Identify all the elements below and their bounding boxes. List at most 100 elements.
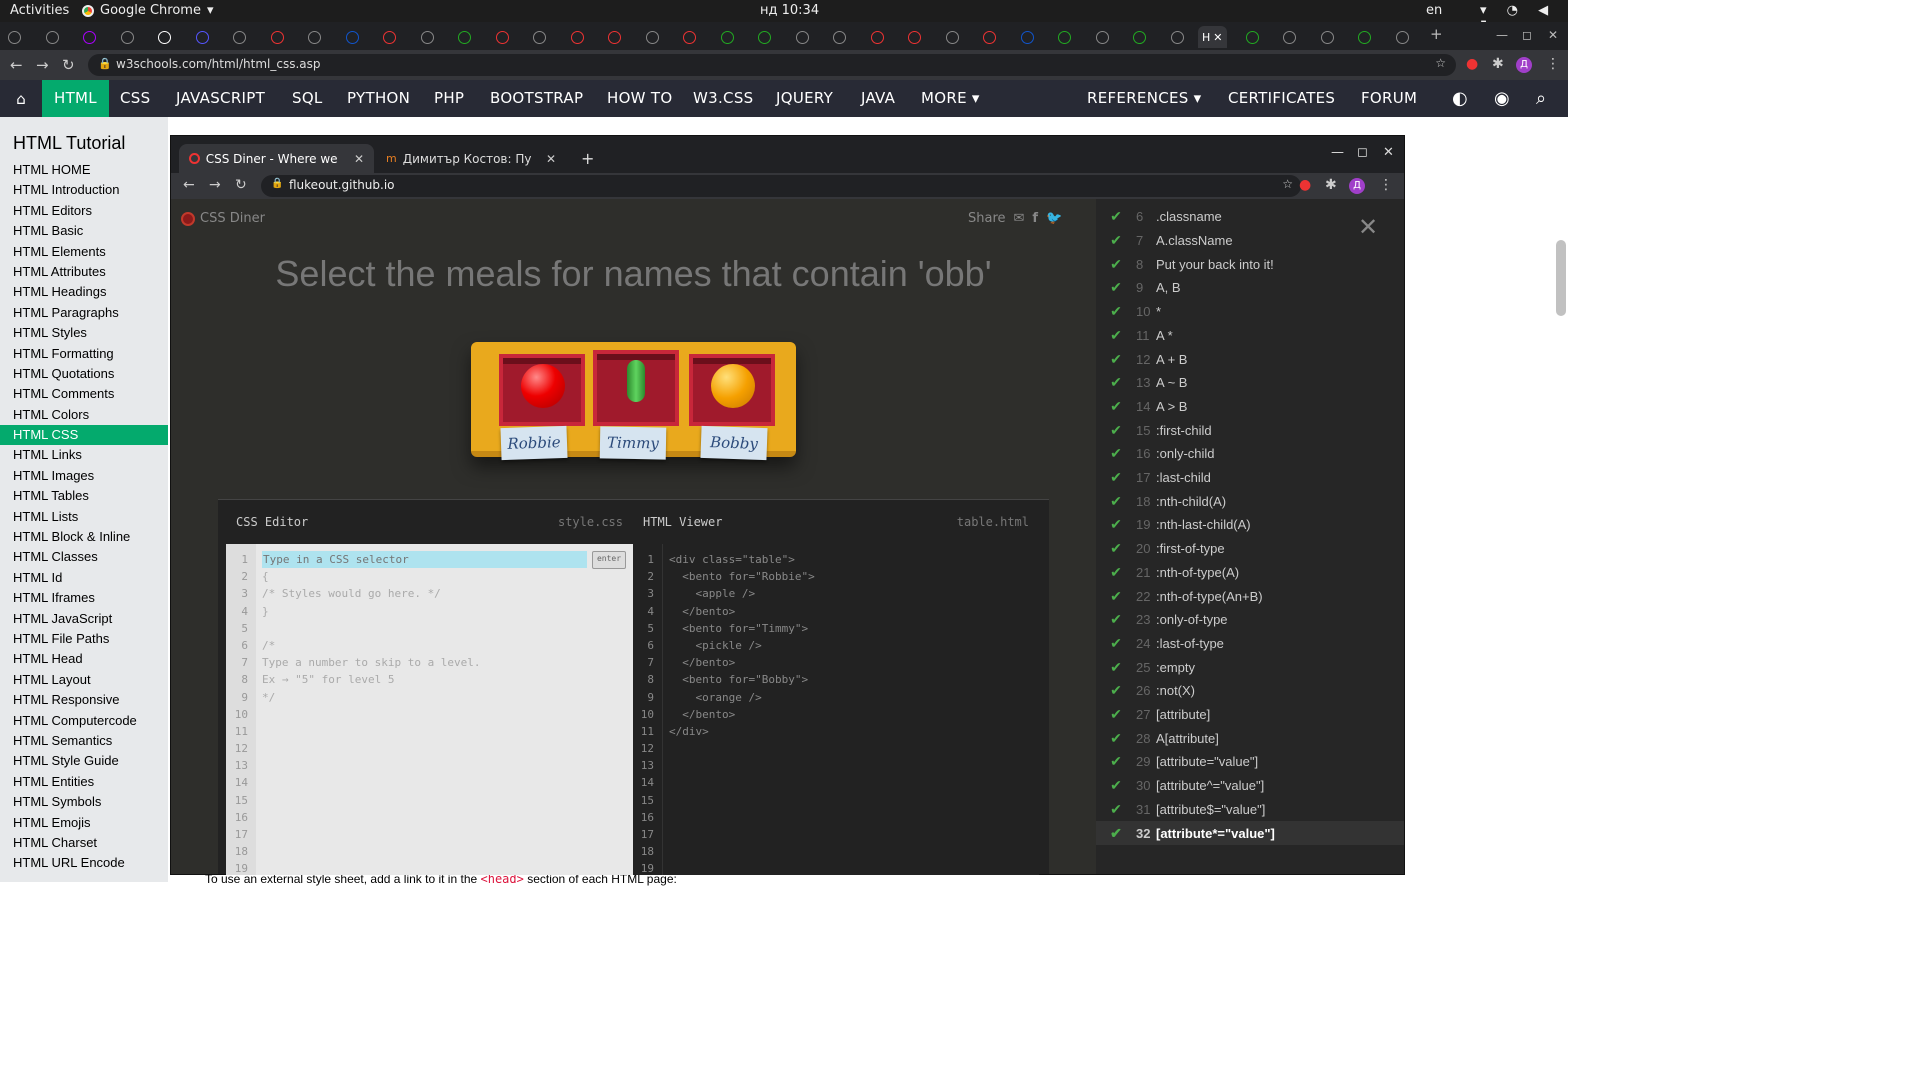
reload-icon[interactable]: ↻ — [235, 177, 247, 193]
level-item[interactable]: ✔ 14 A > B — [1096, 395, 1404, 419]
browser-tab[interactable] — [1245, 26, 1259, 48]
level-item[interactable]: ✔ 28 A[attribute] — [1096, 726, 1404, 750]
code-line[interactable]: </bento> — [669, 603, 1033, 620]
browser-tab[interactable] — [8, 26, 21, 48]
back-icon[interactable]: ← — [183, 177, 195, 193]
level-item[interactable]: ✔ 25:empty — [1096, 655, 1404, 679]
browser-tab[interactable] — [1320, 26, 1334, 48]
browser-tab[interactable] — [870, 26, 884, 48]
browser-tab[interactable] — [645, 26, 659, 48]
browser-tab[interactable] — [570, 26, 584, 48]
nav-item-w3-css[interactable]: W3.CSS — [681, 80, 765, 117]
nav-item-more[interactable]: MORE ▾ — [909, 80, 992, 117]
browser-tab[interactable] — [1170, 26, 1184, 48]
sidebar-item[interactable]: HTML URL Encode — [0, 853, 168, 873]
forward-icon[interactable]: → — [36, 56, 49, 74]
level-item[interactable]: ✔ 22:nth-of-type(An+B) — [1096, 584, 1404, 608]
code-line[interactable]: <bento for="Bobby"> — [669, 671, 1033, 688]
sidebar-item[interactable]: HTML Classes — [0, 547, 168, 567]
sidebar-item[interactable]: HTML Semantics — [0, 731, 168, 751]
nav-item-certificates[interactable]: CERTIFICATES — [1216, 80, 1347, 117]
browser-tab[interactable] — [833, 26, 846, 48]
level-item[interactable]: ✔ 17:last-child — [1096, 466, 1404, 490]
browser-tab[interactable] — [1358, 26, 1371, 48]
browser-tab[interactable] — [495, 26, 509, 48]
puzzle-icon[interactable]: ✱ — [1492, 56, 1504, 72]
browser-tab[interactable] — [195, 26, 209, 48]
level-item[interactable]: ✔ 19:nth-last-child(A) — [1096, 513, 1404, 537]
sidebar-item[interactable]: HTML Style Guide — [0, 751, 168, 771]
sidebar-item[interactable]: HTML Formatting — [0, 344, 168, 364]
level-item[interactable]: ✔ 15:first-child — [1096, 418, 1404, 442]
level-item[interactable]: ✔ 26:not(X) — [1096, 679, 1404, 703]
browser-tab[interactable] — [45, 26, 59, 48]
email-icon[interactable]: ✉ — [1014, 211, 1025, 226]
menu-icon[interactable]: ⋮ — [1546, 56, 1560, 72]
level-item[interactable]: ✔ 21:nth-of-type(A) — [1096, 561, 1404, 585]
star-icon[interactable]: ☆ — [1282, 177, 1293, 191]
twitter-icon[interactable]: 🐦 — [1046, 211, 1062, 226]
level-item[interactable]: ✔ 29 [attribute="value"] — [1096, 750, 1404, 774]
sidebar-item[interactable]: HTML Links — [0, 445, 168, 465]
css-selector-input[interactable] — [262, 551, 587, 568]
minimize-icon[interactable]: — — [1331, 145, 1344, 160]
level-item[interactable]: ✔ 27 [attribute] — [1096, 703, 1404, 727]
language-indicator[interactable]: en — [1426, 3, 1442, 18]
tab-dimitar[interactable]: m Димитър Костов: Публи ✕ — [376, 144, 566, 173]
search-icon[interactable]: ⌕ — [1524, 80, 1558, 117]
sidebar-item[interactable]: HTML HOME — [0, 160, 168, 180]
sidebar-item[interactable]: HTML File Paths — [0, 629, 168, 649]
new-tab-button[interactable]: + — [571, 144, 604, 173]
browser-tab[interactable] — [758, 26, 771, 48]
browser-tab[interactable] — [83, 26, 96, 48]
apple[interactable] — [521, 364, 565, 408]
close-window-icon[interactable]: ✕ — [1548, 28, 1558, 42]
browser-tab[interactable] — [383, 26, 396, 48]
nav-item-how-to[interactable]: HOW TO — [595, 80, 684, 117]
level-item[interactable]: ✔ 20:first-of-type — [1096, 537, 1404, 561]
theme-toggle-icon[interactable]: ◐ — [1440, 80, 1480, 117]
browser-tab[interactable] — [1133, 26, 1146, 48]
browser-tab[interactable] — [158, 26, 171, 48]
code-line[interactable]: <bento for="Robbie"> — [669, 568, 1033, 585]
sidebar-item[interactable]: HTML Iframes — [0, 588, 168, 608]
sidebar-item[interactable]: HTML Headings — [0, 282, 168, 302]
level-item[interactable]: ✔ 18:nth-child(A) — [1096, 489, 1404, 513]
app-menu[interactable]: Google Chrome ▾ — [82, 3, 214, 18]
browser-tab[interactable] — [308, 26, 321, 48]
sidebar-item[interactable]: HTML Elements — [0, 242, 168, 262]
profile-avatar[interactable]: Д — [1349, 178, 1365, 194]
browser-tab-active[interactable]: H ✕ — [1198, 26, 1227, 48]
code-line[interactable]: <bento for="Timmy"> — [669, 620, 1033, 637]
sidebar-item[interactable]: HTML Styles — [0, 323, 168, 343]
globe-icon[interactable]: ◉ — [1482, 80, 1522, 117]
minimize-icon[interactable]: — — [1496, 28, 1508, 42]
code-line[interactable]: </div> — [669, 723, 1033, 740]
browser-tab[interactable] — [420, 26, 434, 48]
nav-item-java[interactable]: JAVA — [849, 80, 907, 117]
browser-tab[interactable] — [945, 26, 959, 48]
sidebar-item[interactable]: HTML Colors — [0, 405, 168, 425]
nav-item-forum[interactable]: FORUM — [1349, 80, 1429, 117]
browser-tab[interactable] — [1095, 26, 1109, 48]
sidebar-item[interactable]: HTML Symbols — [0, 792, 168, 812]
code-line[interactable]: <orange /> — [669, 689, 1033, 706]
browser-tab[interactable] — [120, 26, 134, 48]
code-line[interactable]: </bento> — [669, 654, 1033, 671]
scrollbar-thumb[interactable] — [1556, 240, 1566, 316]
bento-bobby[interactable] — [689, 354, 775, 426]
sidebar-item[interactable]: HTML JavaScript — [0, 609, 168, 629]
sidebar-item[interactable]: HTML Attributes — [0, 262, 168, 282]
level-item[interactable]: ✔ 12 A + B — [1096, 347, 1404, 371]
nav-item-jquery[interactable]: JQUERY — [764, 80, 845, 117]
sidebar-item[interactable]: HTML Editors — [0, 201, 168, 221]
level-item[interactable]: ✔ 10 * — [1096, 300, 1404, 324]
bento-robbie[interactable] — [499, 354, 585, 426]
nav-item-javascript[interactable]: JAVASCRIPT — [164, 80, 277, 117]
menu-icon[interactable]: ⋮ — [1379, 177, 1393, 193]
sidebar-item[interactable]: HTML Quotations — [0, 364, 168, 384]
nav-item-python[interactable]: PYTHON — [335, 80, 422, 117]
extension-icon[interactable]: ● — [1466, 56, 1478, 72]
level-item[interactable]: ✔ 16:only-child — [1096, 442, 1404, 466]
clock[interactable]: нд 10:34 — [760, 3, 819, 18]
